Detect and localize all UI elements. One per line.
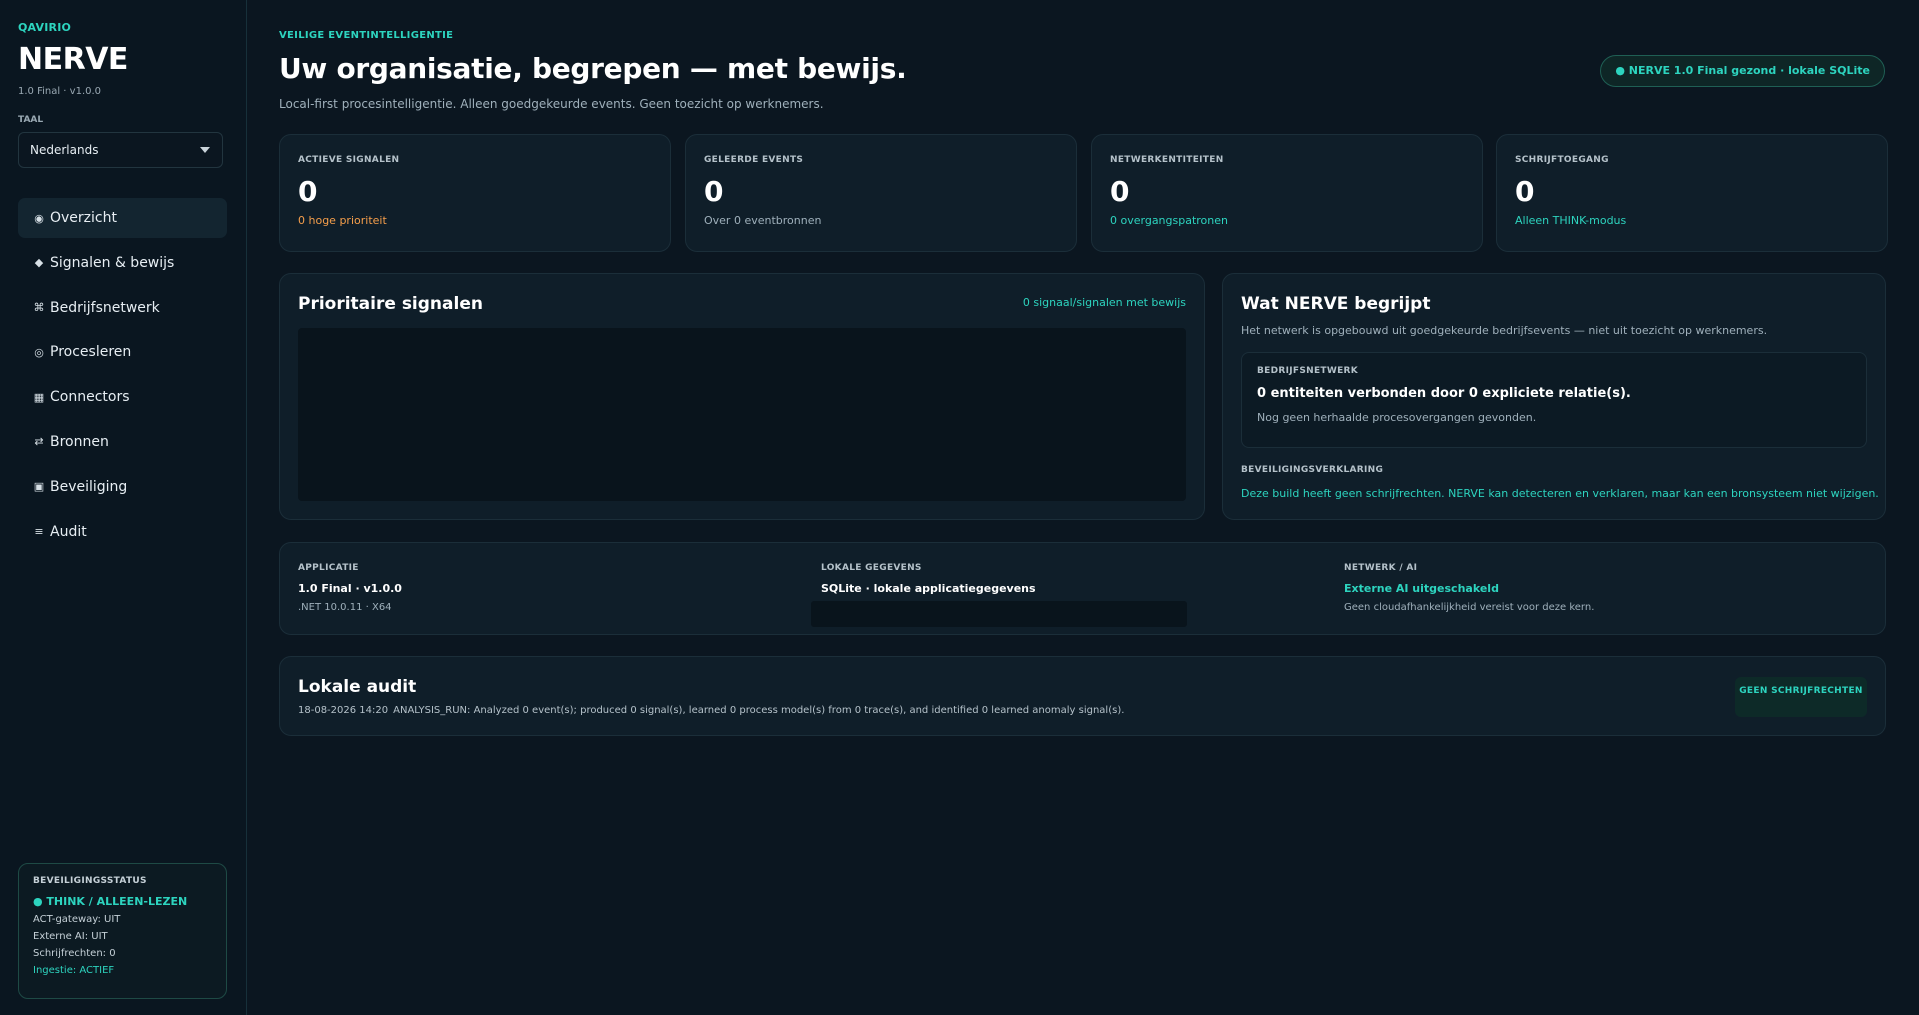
sidebar-item-label: Signalen & bewijs [50,254,175,271]
signals-evidence-link[interactable]: 0 signaal/signalen met bewijs [1023,296,1186,309]
main-content: VEILIGE EVENTINTELLIGENTIE Uw organisati… [247,0,1919,1015]
security-mode: ● THINK / ALLEEN-LEZEN [33,895,188,908]
brand-label: QAVIRIO [18,21,72,34]
stat-card-network-entities: NETWERKENTITEITEN 0 0 overgangspatronen [1091,134,1483,252]
target-icon: ◎ [34,345,44,359]
page-subtitle: Local-first procesintelligentie. Alleen … [279,97,824,111]
no-write-rights-badge: GEEN SCHRIJFRECHTEN [1735,677,1867,717]
radio-dot-icon: ◉ [34,211,44,225]
local-audit-card: Lokale audit 18-08-2026 14:20 ANALYSIS_RU… [279,656,1886,736]
nerve-understanding-card: Wat NERVE begrijpt Het netwerk is opgebo… [1222,273,1886,520]
cloud-note: Geen cloudafhankelijkheid vereist voor d… [1344,602,1595,613]
health-status-badge: ● NERVE 1.0 Final gezond · lokale SQLite [1600,55,1885,87]
stat-label: GELEERDE EVENTS [704,155,804,165]
sidebar-nav: ◉ Overzicht ◆ Signalen & bewijs ⌘ Bedrij… [18,198,227,556]
sidebar-item-label: Bedrijfsnetwerk [50,299,160,316]
sidebar-item-bedrijfsnetwerk[interactable]: ⌘ Bedrijfsnetwerk [18,288,227,328]
local-data-storage: SQLite · lokale applicatiegegevens [821,582,1036,595]
sidebar-item-connectors[interactable]: ▦ Connectors [18,377,227,417]
business-network-summary: 0 entiteiten verbonden door 0 expliciete… [1257,386,1631,401]
sidebar-item-label: Overzicht [50,210,117,226]
stat-value: 0 [298,175,318,208]
chevron-down-icon [200,147,210,153]
stat-sub: 0 overgangspatronen [1110,214,1228,227]
sidebar-item-overzicht[interactable]: ◉ Overzicht [18,198,227,238]
stat-value: 0 [704,175,724,208]
local-data-path-field [811,601,1187,627]
application-runtime: .NET 10.0.11 · X64 [298,602,392,613]
list-lines-icon: ≡ [34,525,44,539]
audit-timestamp: 18-08-2026 14:20 [298,705,389,716]
sidebar-item-label: Bronnen [50,433,109,450]
business-network-note: Nog geen herhaalde procesovergangen gevo… [1257,411,1537,424]
stat-card-active-signals: ACTIEVE SIGNALEN 0 0 hoge prioriteit [279,134,671,252]
local-data-label: LOKALE GEGEVENS [821,563,922,573]
application-label: APPLICATIE [298,563,359,573]
ingestion-status: Ingestie: ACTIEF [33,965,115,976]
sidebar-item-bronnen[interactable]: ⇄ Bronnen [18,422,227,462]
security-statement-text: Deze build heeft geen schrijfrechten. NE… [1241,487,1879,500]
sidebar-item-label: Audit [50,523,87,540]
understanding-title: Wat NERVE begrijpt [1241,294,1431,314]
connector-icon: ▦ [33,390,45,404]
stat-sub: Alleen THINK-modus [1515,214,1627,227]
app-version: 1.0 Final · v1.0.0 [18,86,102,97]
local-data-info: LOKALE GEGEVENS SQLite · lokale applicat… [821,563,1036,595]
sidebar-item-label: Connectors [50,389,130,406]
app-name: NERVE [18,42,128,77]
external-ai-status: Externe AI: UIT [33,931,108,942]
network-ai-label: NETWERK / AI [1344,563,1418,573]
business-network-box: BEDRIJFSNETWERK 0 entiteiten verbonden d… [1241,352,1867,448]
network-icon: ⌘ [33,301,45,315]
stat-sub: Over 0 eventbronnen [704,214,822,227]
sidebar-item-audit[interactable]: ≡ Audit [18,512,227,552]
stat-card-learned-events: GELEERDE EVENTS 0 Over 0 eventbronnen [685,134,1077,252]
stat-label: ACTIEVE SIGNALEN [298,155,400,165]
business-network-label: BEDRIJFSNETWERK [1257,366,1359,376]
page-eyebrow: VEILIGE EVENTINTELLIGENTIE [279,30,454,41]
application-version: 1.0 Final · v1.0.0 [298,582,402,595]
page-title: Uw organisatie, begrepen — met bewijs. [279,52,907,85]
language-label: TAAL [18,115,44,125]
act-gateway-status: ACT-gateway: UIT [33,914,121,925]
write-rights-status: Schrijfrechten: 0 [33,948,116,959]
security-statement-label: BEVEILIGINGSVERKLARING [1241,465,1384,475]
swap-arrows-icon: ⇄ [34,435,44,449]
language-select[interactable]: Nederlands [18,132,223,168]
stat-value: 0 [1515,175,1535,208]
external-ai-state: Externe AI uitgeschakeld [1344,582,1499,595]
security-status-card: BEVEILIGINGSSTATUS ● THINK / ALLEEN-LEZE… [18,863,227,999]
audit-entry: 18-08-2026 14:20 ANALYSIS_RUN: Analyzed 0… [298,705,1867,716]
stat-card-write-access: SCHRIJFTOEGANG 0 Alleen THINK-modus [1496,134,1888,252]
system-info-card: APPLICATIE 1.0 Final · v1.0.0 .NET 10.0.… [279,542,1886,635]
stat-sub: 0 hoge prioriteit [298,214,387,227]
stat-label: NETWERKENTITEITEN [1110,155,1224,165]
stat-label: SCHRIJFTOEGANG [1515,155,1609,165]
sidebar-item-procesleren[interactable]: ◎ Procesleren [18,332,227,372]
shield-square-icon: ▣ [33,480,45,494]
application-info: APPLICATIE 1.0 Final · v1.0.0 .NET 10.0.… [298,563,402,613]
signals-list-area [298,328,1186,501]
language-value: Nederlands [30,143,99,157]
local-audit-title: Lokale audit [298,677,417,697]
understanding-subtitle: Het netwerk is opgebouwd uit goedgekeurd… [1241,324,1768,337]
sidebar-item-label: Procesleren [50,344,132,361]
sidebar: QAVIRIO NERVE 1.0 Final · v1.0.0 TAAL Ne… [0,0,247,1015]
stat-value: 0 [1110,175,1130,208]
sidebar-item-label: Beveiliging [50,478,128,495]
security-status-title: BEVEILIGINGSSTATUS [33,876,147,886]
sidebar-item-signalen[interactable]: ◆ Signalen & bewijs [18,243,227,283]
audit-message: ANALYSIS_RUN: Analyzed 0 event(s); produ… [393,705,1125,716]
diamond-icon: ◆ [34,256,44,270]
priority-signals-card: Prioritaire signalen 0 signaal/signalen … [279,273,1205,520]
sidebar-item-beveiliging[interactable]: ▣ Beveiliging [18,467,227,507]
network-ai-info: NETWERK / AI Externe AI uitgeschakeld Ge… [1344,563,1594,613]
